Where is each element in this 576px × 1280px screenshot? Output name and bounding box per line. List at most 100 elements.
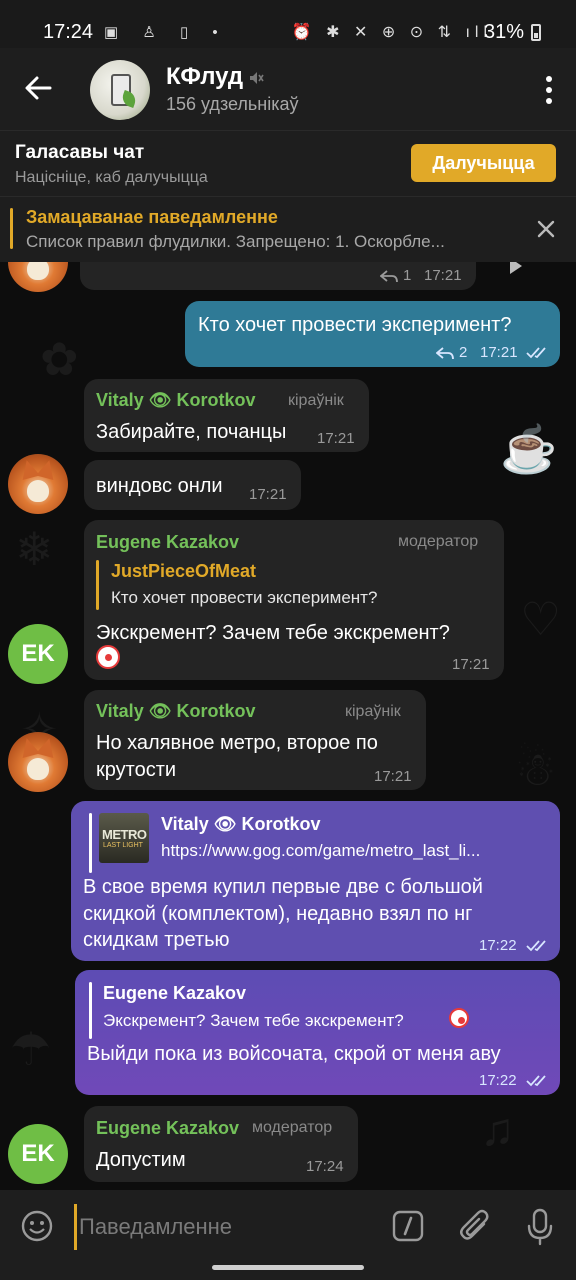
status-bar: 17:24 ▣ ♙ ▯ • ⏰ ✱ ✕ ⊕ ⊙ ⇅ ıll 31% [0,0,576,48]
pinned-title: Замацаванае паведамленне [26,207,278,227]
quote-bar [96,560,99,610]
background-doodle: ☃ [515,743,557,795]
double-check-icon [526,940,546,952]
muted-icon [250,72,264,84]
message-text: Выйди пока из войсочата, скрой от меня а… [87,1043,501,1065]
quote-sender: Vitaly 👁 Korotkov [161,814,321,834]
avatar[interactable] [8,732,68,792]
voice-chat-subtitle: Націсніце, каб далучыцца [15,169,208,186]
clown-emoji-icon [96,645,120,669]
message-text: Допустим [96,1149,186,1171]
message-bubble-outgoing[interactable]: Eugene Kazakov Экскремент? Зачем тебе эк… [75,970,560,1095]
quote-sender: Eugene Kazakov [103,983,247,1003]
reply-count: 2 [459,344,468,361]
voice-chat-title: Галасавы чат [15,142,145,163]
message-input-bar [0,1190,576,1280]
link-preview-thumbnail[interactable]: METRO LAST LIGHT [99,813,149,863]
sender-name[interactable]: Eugene Kazakov [96,532,239,553]
thumbnail-subtitle: LAST LIGHT [103,842,143,849]
chat-header: КФлуд 156 удзельнікаў [0,48,576,130]
reply-count: 1 [403,267,412,284]
member-role: модератор [398,533,479,550]
quote-bar [89,813,92,873]
pinned-text: Список правил флудилки. Запрещено: 1. Ос… [26,232,445,251]
sender-name[interactable]: Vitaly 👁 Korotkov [96,390,256,411]
avatar[interactable] [8,454,68,514]
quote-sender: JustPieceOfMeat [111,561,257,581]
message-time: 17:22 [479,937,517,954]
background-doodle: ✿ [40,333,79,385]
more-menu-icon[interactable] [544,75,554,105]
background-doodle: ❄ [15,523,54,575]
pinned-indicator [10,208,13,249]
message-bubble[interactable]: Eugene Kazakov модератор JustPieceOfMeat… [84,520,504,680]
chat-avatar[interactable] [90,60,150,120]
message-time: 17:21 [317,430,355,447]
bot-commands-icon[interactable] [392,1210,424,1242]
status-system-icons: ⏰ ✱ ✕ ⊕ ⊙ ⇅ ıll [291,24,492,41]
message-bubble[interactable]: Vitaly 👁 Korotkov кіраўнік Забирайте, по… [84,379,369,452]
share-icon[interactable] [496,262,526,278]
member-role: кіраўнік [288,392,344,409]
message-time: 17:21 [480,344,518,361]
emoji-icon[interactable] [20,1209,54,1243]
message-text: виндовс онли [96,475,223,497]
background-doodle: ☂ [10,1023,52,1075]
paperclip-icon[interactable] [458,1208,492,1244]
double-check-icon [526,347,546,359]
message-text: Кто хочет провести эксперимент? [198,314,512,336]
reply-icon [436,347,454,360]
message-list[interactable]: ✿ ☕ ❄ ♡ ✧ ☃ ✦ ☂ ♫ 1 17:21 Кто хочет пров… [0,262,576,1190]
message-time: 17:21 [424,267,462,284]
clown-emoji-icon [449,1008,469,1028]
status-time: 17:24 [43,21,94,43]
join-voice-chat-button[interactable]: Далучыцца [411,144,556,182]
voice-chat-bar[interactable]: Галасавы чат Націсніце, каб далучыцца Да… [0,130,576,197]
background-doodle: ♡ [520,593,562,645]
quote-text: Экскремент? Зачем тебе экскремент? [103,1011,404,1030]
message-time: 17:21 [374,768,412,785]
message-text-line: крутости [96,759,177,781]
background-doodle: ♫ [480,1103,515,1155]
member-role: модератор [252,1119,333,1136]
message-text: Экскремент? Зачем тебе экскремент? [96,622,450,644]
battery-level: 31% [483,21,524,43]
message-bubble[interactable]: виндовс онли 17:21 [84,460,301,510]
message-text-line: скидкой (комплектом), недавно взял по нг [83,903,473,925]
message-text-line: В свое время купил первые две с большой [83,876,483,898]
message-bubble[interactable]: Vitaly 👁 Korotkov кіраўнік Но халявное м… [84,690,426,790]
gesture-nav-bar[interactable] [212,1265,364,1270]
back-arrow-icon[interactable] [22,72,54,104]
message-time: 17:22 [479,1072,517,1089]
pinned-message-bar[interactable]: Замацаванае паведамленне Список правил ф… [0,196,576,263]
microphone-icon[interactable] [526,1208,554,1246]
message-text: Забирайте, почанцы [96,421,287,443]
message-text-line: Но халявное метро, второе по [96,732,378,754]
battery-icon [531,24,541,41]
thumbnail-title: METRO [102,827,147,842]
close-icon[interactable] [535,218,557,240]
avatar[interactable] [8,262,68,292]
message-bubble-outgoing[interactable]: Кто хочет провести эксперимент? 2 17:21 [185,301,560,367]
avatar[interactable]: EK [8,1124,68,1184]
quote-text: Кто хочет провести эксперимент? [111,588,378,607]
message-input[interactable] [74,1204,381,1250]
quote-link[interactable]: https://www.gog.com/game/metro_last_li..… [161,841,549,861]
message-time: 17:24 [306,1158,344,1175]
sender-name[interactable]: Eugene Kazakov [96,1118,239,1139]
member-role: кіраўнік [345,703,401,720]
reply-icon [380,270,398,283]
message-time: 17:21 [452,656,490,673]
message-time: 17:21 [249,486,287,503]
member-count: 156 удзельнікаў [166,94,299,114]
background-doodle: ☕ [500,423,558,475]
message-bubble[interactable]: Eugene Kazakov модератор Допустим 17:24 [84,1106,358,1182]
quote-bar [89,982,92,1039]
message-bubble[interactable]: 1 17:21 [80,262,476,290]
sender-name[interactable]: Vitaly 👁 Korotkov [96,701,256,722]
double-check-icon [526,1075,546,1087]
message-text-line: скидкам третью [83,929,230,951]
chat-title[interactable]: КФлуд [166,63,243,91]
avatar[interactable]: EK [8,624,68,684]
status-notification-icons: ▣ ♙ ▯ • [104,24,228,41]
